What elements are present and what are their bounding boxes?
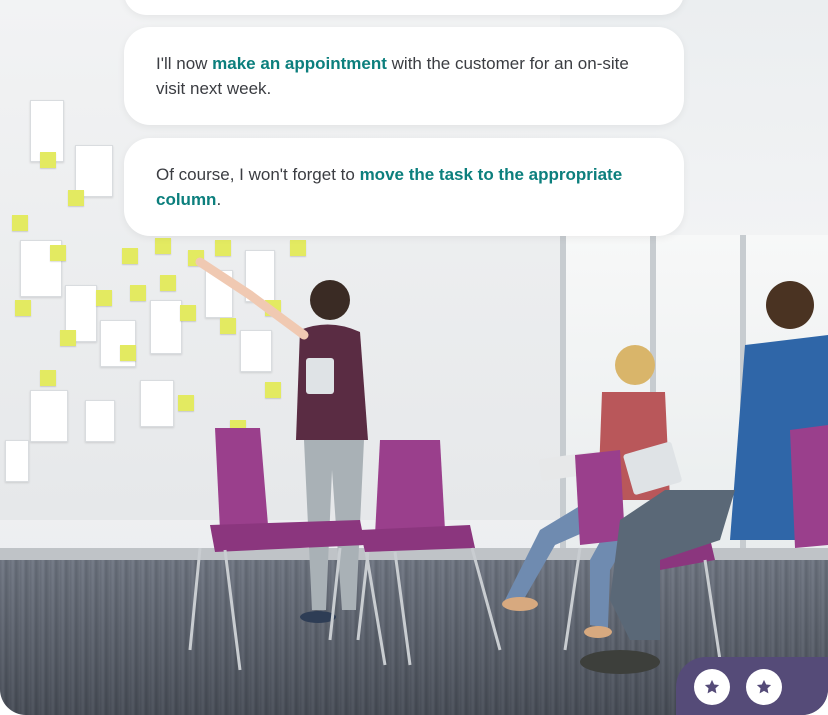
chat-bubble: I'll now make an appointment with the cu…	[124, 27, 684, 125]
scene: I'll now make an appointment with the cu…	[0, 0, 828, 715]
chair	[790, 425, 828, 548]
message-text: I'll now	[156, 54, 213, 73]
star-icon	[704, 679, 720, 694]
message-text: Of course, I won't forget to	[156, 165, 360, 184]
message-highlight: make an appointment	[212, 54, 387, 73]
rating-star-button-2[interactable]	[746, 669, 782, 705]
star-icon	[756, 679, 772, 694]
rating-star-button-1[interactable]	[694, 669, 730, 705]
message-text: .	[216, 190, 222, 209]
chat-bubble-previous	[124, 0, 684, 15]
chat-bubble: Of course, I won't forget to move the ta…	[124, 138, 684, 236]
